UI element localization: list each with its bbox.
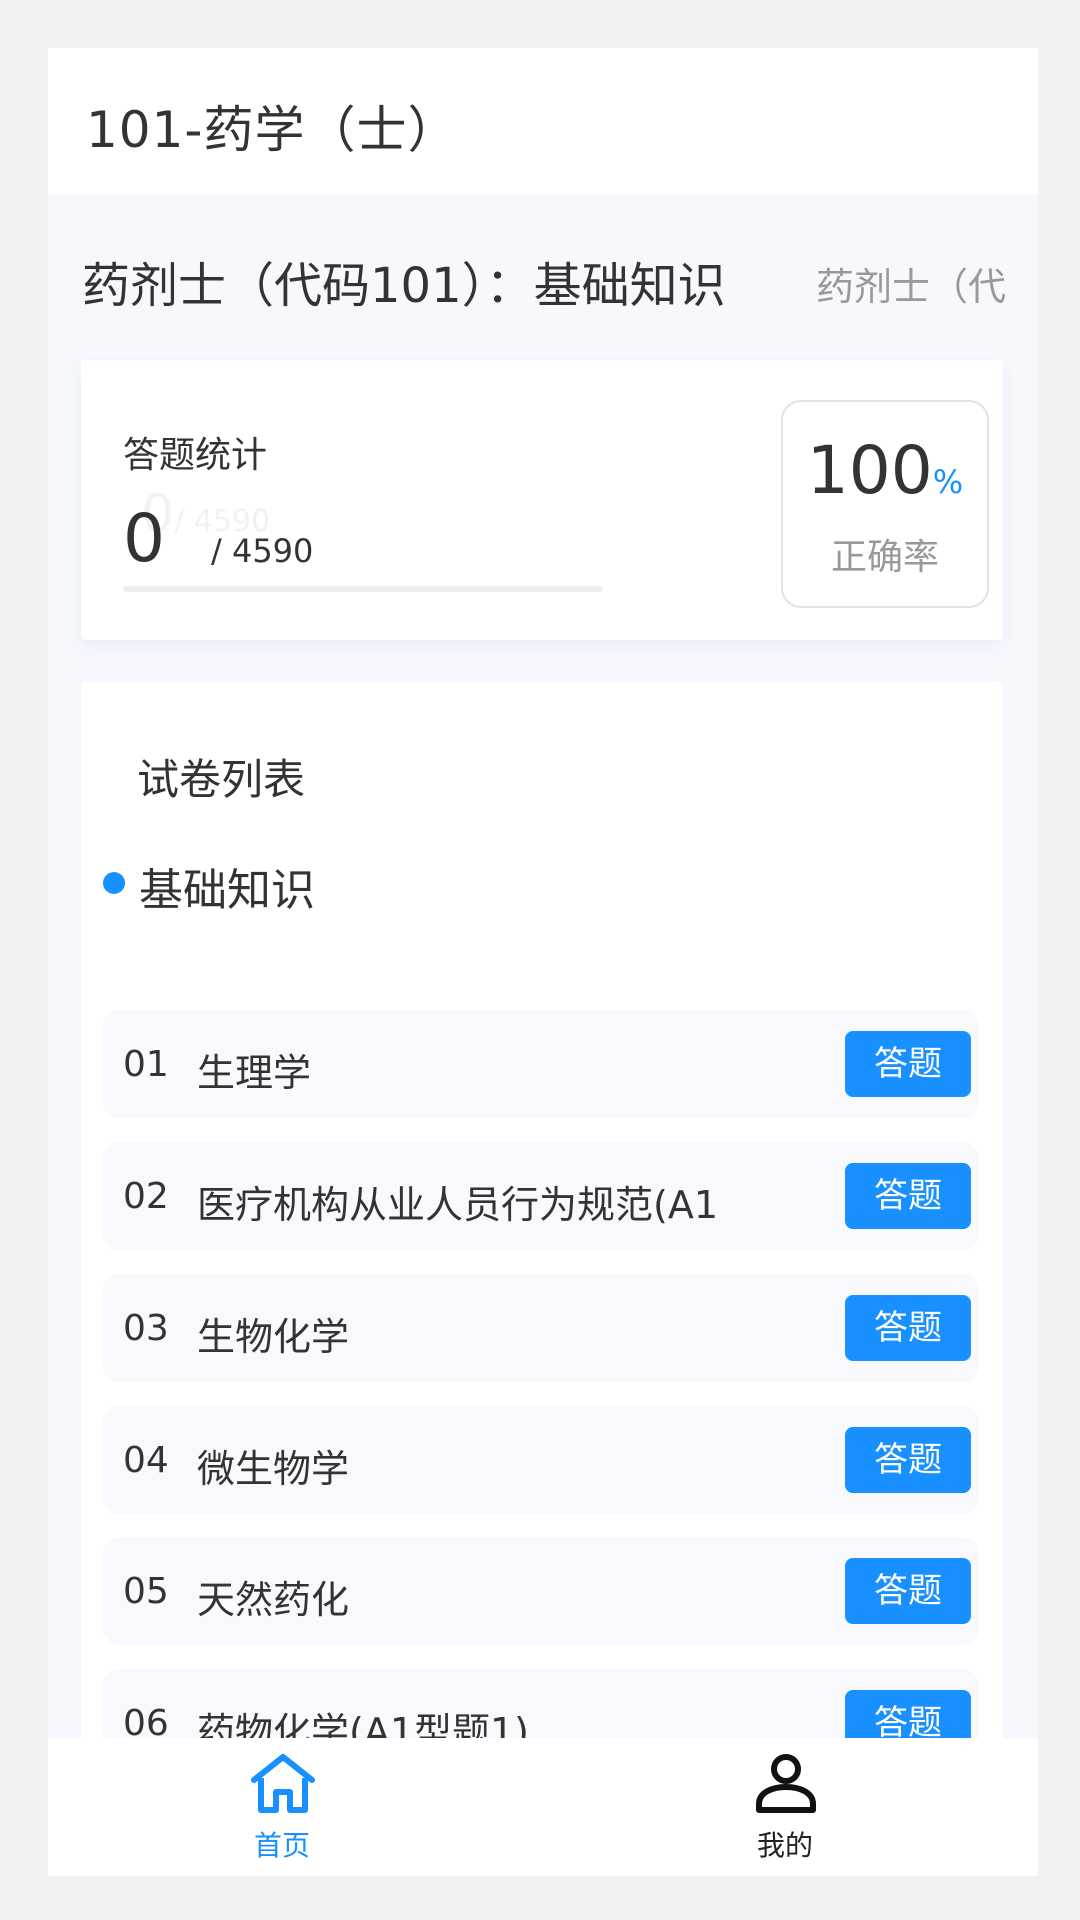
item-number: 04 — [123, 1440, 169, 1481]
item-number: 01 — [123, 1044, 169, 1085]
section-dot-icon — [103, 872, 125, 894]
bottom-tab-bar: 首页 我的 — [48, 1738, 1038, 1876]
answer-button[interactable]: 答题 — [845, 1427, 971, 1493]
total-count: / 4590 — [211, 532, 314, 570]
app-screen: 101-药学（士） 药剂士（代码101）：基础知识 药剂士（代 0/ 4590 … — [48, 48, 1038, 1876]
item-name: 生理学 — [197, 1051, 312, 1095]
list-item[interactable]: 05 天然药化 答题 — [103, 1537, 979, 1645]
item-number: 05 — [123, 1571, 169, 1612]
percent-sign: % — [932, 463, 964, 501]
answer-button[interactable]: 答题 — [845, 1163, 971, 1229]
list-item[interactable]: 02 医疗机构从业人员行为规范(A1 答题 — [103, 1142, 979, 1250]
tab-mine[interactable]: 我的 — [695, 1738, 875, 1876]
tab-mine-label: 我的 — [756, 1829, 813, 1862]
item-number: 03 — [123, 1308, 169, 1349]
answered-count: 0 — [123, 500, 165, 577]
stats-label: 答题统计 — [123, 435, 268, 476]
item-name: 医疗机构从业人员行为规范(A1 — [197, 1183, 718, 1227]
progress-bar — [123, 586, 603, 592]
answer-button[interactable]: 答题 — [845, 1031, 971, 1097]
paper-list-card: 试卷列表 基础知识 01 生理学 答题 02 医疗机构从业人员行为规范(A1 答… — [81, 682, 1003, 1876]
subject-tabs: 药剂士（代码101）：基础知识 药剂士（代 — [48, 194, 1038, 354]
app-header: 101-药学（士） — [48, 48, 1038, 194]
answer-button[interactable]: 答题 — [845, 1558, 971, 1624]
list-item[interactable]: 03 生物化学 答题 — [103, 1274, 979, 1382]
tab-active-subject[interactable]: 药剂士（代码101）：基础知识 — [82, 246, 726, 316]
tab-next-subject[interactable]: 药剂士（代 — [816, 256, 1006, 311]
tab-home[interactable]: 首页 — [192, 1738, 372, 1876]
home-icon — [251, 1754, 315, 1813]
accuracy-value: 100% — [806, 432, 964, 509]
section-label: 基础知识 — [139, 865, 315, 916]
accuracy-box: 100% 正确率 — [781, 400, 989, 608]
item-number: 02 — [123, 1176, 169, 1217]
item-name: 天然药化 — [197, 1578, 350, 1622]
user-icon — [756, 1754, 816, 1813]
item-name: 生物化学 — [197, 1315, 350, 1359]
item-name: 微生物学 — [197, 1447, 350, 1491]
paper-list-title: 试卷列表 — [137, 755, 306, 804]
list-item[interactable]: 04 微生物学 答题 — [103, 1406, 979, 1514]
list-item[interactable]: 01 生理学 答题 — [103, 1010, 979, 1118]
page-title: 101-药学（士） — [86, 101, 459, 159]
tab-home-label: 首页 — [253, 1829, 310, 1862]
stats-card: 0/ 4590 答题统计 0 / 4590 100% 正确率 — [81, 360, 1003, 640]
accuracy-label: 正确率 — [830, 537, 939, 578]
answer-button[interactable]: 答题 — [845, 1295, 971, 1361]
